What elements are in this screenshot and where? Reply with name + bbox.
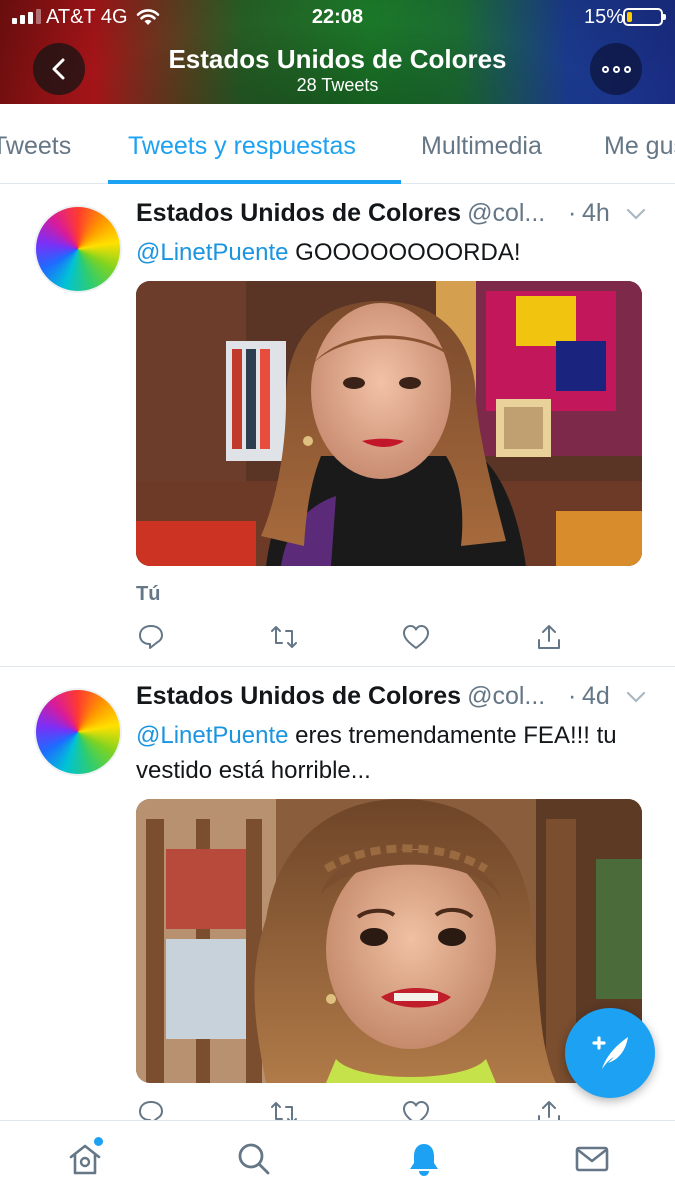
reply-icon xyxy=(139,625,163,649)
retweet-context-label: Tú xyxy=(136,583,161,605)
tab-likes[interactable]: Me gusta xyxy=(604,132,675,161)
tweet-meta: Estados Unidos de Colores @col... · 4h xyxy=(136,199,656,231)
tweet-time: 4d xyxy=(582,682,610,710)
reply-button[interactable] xyxy=(136,622,166,652)
nav-messages[interactable] xyxy=(572,1139,612,1179)
battery-level xyxy=(627,12,632,22)
avatar[interactable] xyxy=(34,688,122,776)
battery-percentage: 15% xyxy=(584,6,625,28)
tab-media[interactable]: Multimedia xyxy=(421,132,542,161)
tweet-count: 28 Tweets xyxy=(296,75,379,95)
author-handle: @col... xyxy=(467,199,546,227)
search-icon xyxy=(238,1143,270,1175)
profile-tabs: Tweets Tweets y respuestas Multimedia Me… xyxy=(0,104,675,184)
active-tab-indicator xyxy=(108,180,401,184)
separator-dot: · xyxy=(568,199,577,227)
tweet-time: 4h xyxy=(582,199,610,227)
battery-icon xyxy=(623,8,666,26)
profile-title: Estados Unidos de Colores xyxy=(168,44,507,74)
retweet-button[interactable] xyxy=(269,622,299,652)
tweet-actions xyxy=(136,622,576,652)
tab-tweets[interactable]: Tweets xyxy=(0,132,71,161)
author-name[interactable]: Estados Unidos de Colores xyxy=(136,682,461,710)
nav-search[interactable] xyxy=(234,1139,274,1179)
more-options-icon-dot xyxy=(623,65,631,73)
more-options-button[interactable] xyxy=(590,43,642,95)
status-bar: AT&T 4G 22:08 15% xyxy=(0,0,675,34)
share-icon xyxy=(538,625,560,649)
mail-icon xyxy=(575,1146,609,1172)
mention-link[interactable]: @LinetPuente xyxy=(136,239,288,266)
chevron-down-icon[interactable] xyxy=(626,690,646,708)
tab-tweets-replies[interactable]: Tweets y respuestas xyxy=(128,132,356,161)
chevron-down-icon[interactable] xyxy=(626,207,646,225)
bell-icon xyxy=(410,1144,438,1176)
tweet-body: GOOOOOOOORDA! xyxy=(288,239,521,266)
like-button[interactable] xyxy=(401,622,431,652)
tweet[interactable]: Estados Unidos de Colores @col... · 4h @L… xyxy=(0,185,675,667)
tweet-text: @LinetPuente eres tremendamente FEA!!! t… xyxy=(136,718,646,788)
home-icon xyxy=(69,1144,101,1175)
nav-notifications[interactable] xyxy=(404,1139,444,1179)
more-options-icon xyxy=(601,65,609,73)
status-time: 22:08 xyxy=(311,6,364,28)
avatar[interactable] xyxy=(34,205,122,293)
retweet-icon xyxy=(271,626,297,648)
author-name[interactable]: Estados Unidos de Colores xyxy=(136,199,461,227)
tweet-media-photo[interactable] xyxy=(136,281,642,566)
profile-header: AT&T 4G 22:08 15% Estados Unidos de Colo… xyxy=(0,0,675,104)
heart-icon xyxy=(403,625,429,649)
separator-dot: · xyxy=(568,682,577,710)
more-options-icon-dot xyxy=(612,65,620,73)
mention-link[interactable]: @LinetPuente xyxy=(136,722,288,749)
author-handle: @col... xyxy=(467,682,546,710)
tweet-meta: Estados Unidos de Colores @col... · 4d xyxy=(136,682,656,714)
home-new-indicator xyxy=(94,1137,103,1146)
compose-tweet-icon xyxy=(592,1036,628,1069)
tweet-text: @LinetPuente GOOOOOOOORDA! xyxy=(136,235,646,270)
share-button[interactable] xyxy=(534,622,564,652)
bottom-navigation xyxy=(0,1120,675,1200)
compose-tweet-button[interactable] xyxy=(565,1008,655,1098)
